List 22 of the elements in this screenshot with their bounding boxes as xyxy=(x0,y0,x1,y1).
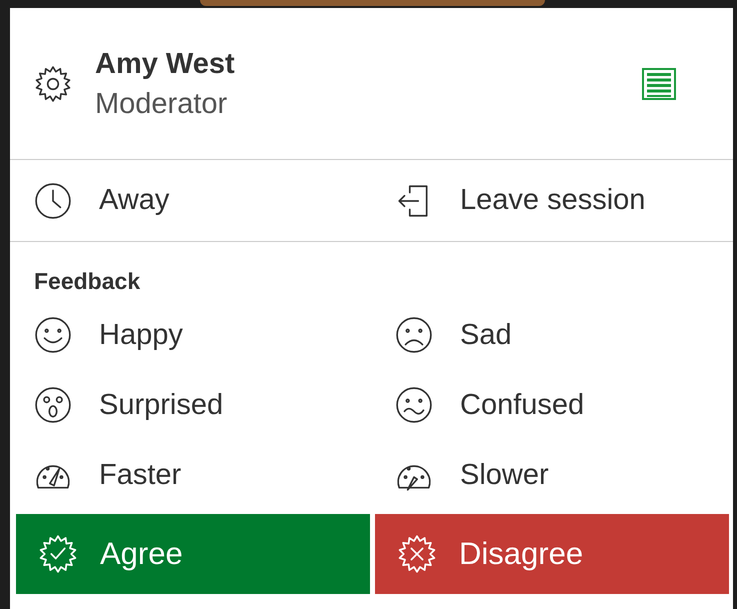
feedback-item[interactable]: Sad xyxy=(395,300,512,370)
menu-item[interactable]: Away xyxy=(34,166,170,236)
feedback-item[interactable]: Faster xyxy=(34,440,182,510)
clock-icon xyxy=(34,182,72,220)
confused-face-icon xyxy=(395,386,433,424)
surprised-face-icon xyxy=(34,386,72,424)
feedback-item[interactable]: Surprised xyxy=(34,370,224,440)
section-title: Feedback xyxy=(34,268,142,295)
feedback-item[interactable]: Confused xyxy=(395,370,584,440)
user-role: Moderator xyxy=(95,86,228,122)
feedback-button[interactable]: Disagree xyxy=(375,514,729,594)
feedback-item[interactable]: Happy xyxy=(34,300,183,370)
settings-icon[interactable] xyxy=(34,64,72,102)
user-name: Amy West xyxy=(95,46,236,82)
sad-face-icon xyxy=(395,316,433,354)
x-badge-icon xyxy=(397,534,437,574)
check-badge-icon xyxy=(38,534,78,574)
feedback-button[interactable]: Agree xyxy=(16,514,370,594)
smiley-icon xyxy=(34,316,72,354)
list-icon[interactable] xyxy=(642,68,676,100)
menu-item[interactable]: Leave session xyxy=(395,166,646,236)
feedback-item[interactable]: Slower xyxy=(395,440,549,510)
